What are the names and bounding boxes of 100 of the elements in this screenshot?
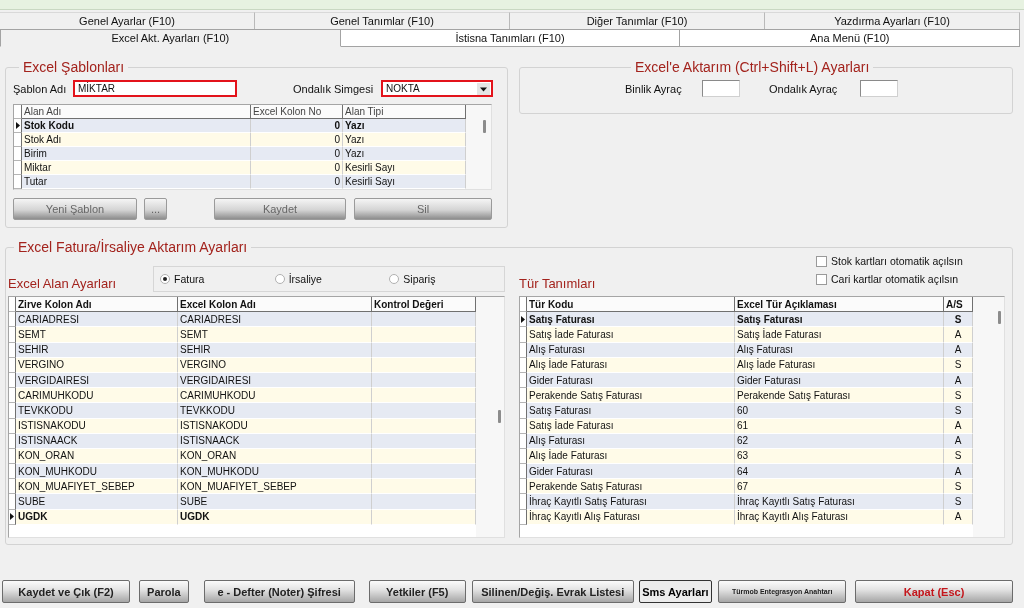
action-button[interactable]: Silinen/Değiş. Evrak Listesi [471, 580, 634, 603]
group-title: Excel'e Aktarım (Ctrl+Shift+L) Ayarları [634, 59, 871, 75]
table-cell: Tutar [22, 175, 251, 189]
field-label: Şablon Adı [13, 82, 68, 95]
tab[interactable]: Ana Menü (F10) [680, 29, 1020, 47]
table-cell: S [944, 479, 973, 495]
table-cell: KON_MUAFIYET_SEBEP [16, 479, 178, 495]
table-cell: CARIMUHKODU [178, 388, 372, 404]
table-cell: SUBE [178, 494, 372, 510]
column-header[interactable]: Alan Tipi [343, 105, 466, 119]
tab[interactable]: İstisna Tanımları (F10) [340, 29, 681, 47]
radio-option[interactable]: Fatura [160, 273, 205, 285]
table-cell: S [944, 403, 973, 419]
tab[interactable]: Yazdırma Ayarları (F10) [765, 12, 1020, 29]
text-field[interactable]: MİKTAR [73, 80, 237, 97]
checkbox-option[interactable]: Cari kartlar otomatik açılsın [816, 273, 959, 285]
table-cell: CARIMUHKODU [16, 388, 178, 404]
table-cell: İhraç Kayıtlı Satış Faturası [527, 494, 735, 510]
table-cell: Yazı [343, 119, 466, 133]
action-button[interactable]: Sil [354, 198, 492, 220]
column-header[interactable]: Tür Kodu [527, 297, 735, 313]
checkbox-icon[interactable] [816, 273, 827, 285]
table-cell: 0 [251, 119, 343, 133]
table-cell: Satış Faturası [527, 403, 735, 419]
table-cell: KON_MUHKODU [16, 464, 178, 480]
table-cell: Kesirli Sayı [343, 161, 466, 175]
table-cell: CARIADRESI [16, 312, 178, 328]
table-cell: A [944, 464, 973, 480]
action-button[interactable]: Yeni Şablon [13, 198, 137, 220]
group-title: Excel Şablonları [22, 59, 126, 75]
row-pointer-icon [10, 513, 14, 521]
column-header[interactable]: Excel Kolon No [251, 105, 343, 119]
table-cell: KON_MUAFIYET_SEBEP [178, 479, 372, 495]
table-cell: İhraç Kayıtlı Satış Faturası [735, 494, 944, 510]
scrollbar-thumb[interactable] [998, 311, 1001, 324]
scrollbar-thumb[interactable] [483, 120, 486, 133]
radio-icon[interactable] [274, 274, 285, 284]
action-button[interactable]: Kaydet [214, 198, 346, 220]
text-field[interactable] [702, 80, 740, 97]
table-cell: Perakende Satış Faturası [527, 479, 735, 495]
table-cell: 67 [735, 479, 944, 495]
table-cell: 64 [735, 464, 944, 480]
table-cell: Satış Faturası [735, 312, 944, 328]
table-cell: Satış İade Faturası [527, 327, 735, 343]
action-button[interactable]: Yetkiler (F5) [368, 580, 466, 603]
tab[interactable]: Genel Ayarlar (F10) [0, 12, 255, 29]
table-cell: 60 [735, 403, 944, 419]
radio-icon[interactable] [160, 274, 170, 284]
field-label: Binlik Ayraç [625, 82, 683, 95]
column-header[interactable]: Excel Kolon Adı [178, 297, 372, 313]
group-title: Excel Fatura/İrsaliye Aktarım Ayarları [17, 239, 249, 255]
table-cell: Birim [22, 147, 251, 161]
column-header[interactable]: Excel Tür Açıklaması [735, 297, 944, 313]
table-cell: SEMT [178, 327, 372, 343]
action-button[interactable]: Kapat (Esc) [855, 580, 1013, 603]
table-cell: 0 [251, 133, 343, 147]
table-cell: TEVKKODU [178, 403, 372, 419]
table-cell: Perakende Satış Faturası [527, 388, 735, 404]
action-button[interactable]: Sms Ayarları [638, 580, 713, 603]
text-field[interactable] [860, 80, 898, 97]
checkbox-option[interactable]: Stok kartları otomatik açılsın [816, 255, 963, 267]
column-header[interactable]: Kontrol Değeri [372, 297, 476, 313]
table-cell: 0 [251, 147, 343, 161]
table-cell: Perakende Satış Faturası [735, 388, 944, 404]
table-cell: SUBE [16, 494, 178, 510]
tab[interactable]: Excel Akt. Ayarları (F10) [0, 29, 341, 47]
column-header[interactable]: Zirve Kolon Adı [16, 297, 178, 313]
tab[interactable]: Diğer Tanımlar (F10) [510, 12, 765, 29]
table-cell: 0 [251, 161, 343, 175]
dropdown-field[interactable]: NOKTA [381, 80, 493, 97]
action-button[interactable]: e - Defter (Noter) Şifresi [203, 580, 355, 603]
table-cell: CARIADRESI [178, 312, 372, 328]
table-cell: Satış Faturası [527, 312, 735, 328]
row-pointer-icon [15, 122, 20, 129]
radio-option[interactable]: İrsaliye [274, 273, 322, 285]
scrollbar-thumb[interactable] [498, 410, 501, 423]
table-cell: KON_MUHKODU [178, 464, 372, 480]
row-pointer-icon [521, 315, 525, 323]
column-header[interactable]: Alan Adı [22, 105, 251, 119]
radio-icon[interactable] [389, 274, 400, 284]
action-button[interactable]: Parola [139, 580, 189, 603]
table-cell: Stok Adı [22, 133, 251, 147]
table-cell: A [944, 327, 973, 343]
table-cell: Miktar [22, 161, 251, 175]
table-cell: TEVKKODU [16, 403, 178, 419]
table-cell: Yazı [343, 133, 466, 147]
checkbox-icon[interactable] [816, 255, 827, 267]
section-title: Tür Tanımları [519, 276, 596, 291]
table-cell: S [944, 388, 973, 404]
radio-option[interactable]: Sipariş [389, 273, 436, 285]
section-title: Excel Alan Ayarları [8, 276, 117, 291]
field-label: Ondalık Ayraç [769, 82, 839, 95]
table-cell: Yazı [343, 147, 466, 161]
table-cell: SEMT [16, 327, 178, 343]
table-cell: S [944, 494, 973, 510]
table-cell: Satış İade Faturası [735, 327, 944, 343]
field-label: Ondalık Simgesi [293, 82, 375, 95]
column-header[interactable]: A/S [944, 297, 973, 313]
action-button[interactable]: Kaydet ve Çık (F2) [2, 580, 131, 603]
tab[interactable]: Genel Tanımlar (F10) [255, 12, 510, 29]
